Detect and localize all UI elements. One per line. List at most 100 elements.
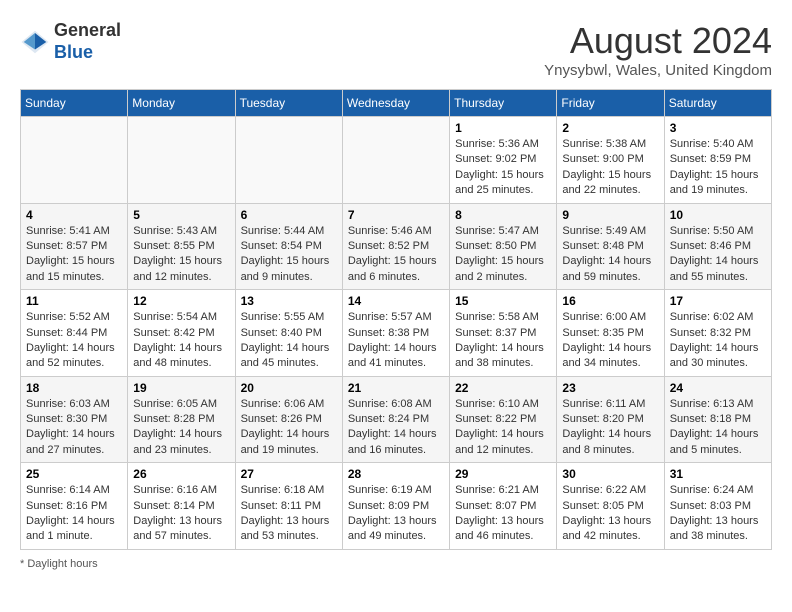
day-number: 17 [670,294,766,308]
calendar-cell [342,117,449,204]
logo-icon [20,27,50,57]
day-info: Sunrise: 6:22 AM Sunset: 8:05 PM Dayligh… [562,483,658,545]
day-info: Sunrise: 6:10 AM Sunset: 8:22 PM Dayligh… [455,397,551,459]
footer-note: * Daylight hours [20,558,772,570]
day-info: Sunrise: 5:43 AM Sunset: 8:55 PM Dayligh… [133,224,229,286]
day-number: 3 [670,121,766,135]
day-number: 26 [133,467,229,481]
calendar-week-1: 1 Sunrise: 5:36 AM Sunset: 9:02 PM Daylig… [21,117,772,204]
day-info: Sunrise: 5:41 AM Sunset: 8:57 PM Dayligh… [26,224,122,286]
day-number: 14 [348,294,444,308]
day-number: 8 [455,208,551,222]
day-number: 1 [455,121,551,135]
day-number: 4 [26,208,122,222]
day-info: Sunrise: 6:03 AM Sunset: 8:30 PM Dayligh… [26,397,122,459]
day-number: 15 [455,294,551,308]
day-number: 2 [562,121,658,135]
calendar-cell: 30Sunrise: 6:22 AM Sunset: 8:05 PM Dayli… [557,463,664,550]
calendar-cell: 3Sunrise: 5:40 AM Sunset: 8:59 PM Daylig… [664,117,771,204]
day-info: Sunrise: 5:54 AM Sunset: 8:42 PM Dayligh… [133,310,229,372]
day-info: Sunrise: 5:36 AM Sunset: 9:02 PM Dayligh… [455,137,551,199]
location: Ynysybwl, Wales, United Kingdom [544,62,772,79]
day-info: Sunrise: 6:02 AM Sunset: 8:32 PM Dayligh… [670,310,766,372]
calendar-cell: 15 Sunrise: 5:58 AM Sunset: 8:37 PM Dayli… [450,290,557,377]
calendar-cell: 22 Sunrise: 6:10 AM Sunset: 8:22 PM Dayli… [450,376,557,463]
day-number: 13 [241,294,337,308]
calendar-cell: 18 Sunrise: 6:03 AM Sunset: 8:30 PM Dayli… [21,376,128,463]
day-number: 6 [241,208,337,222]
day-info: Sunrise: 6:11 AM Sunset: 8:20 PM Dayligh… [562,397,658,459]
calendar-cell: 6 Sunrise: 5:44 AM Sunset: 8:54 PM Daylig… [235,203,342,290]
day-number: 12 [133,294,229,308]
day-info: Sunrise: 5:49 AM Sunset: 8:48 PM Dayligh… [562,224,658,286]
month-title: August 2024 [544,20,772,62]
day-number: 23 [562,381,658,395]
day-info: Sunrise: 6:08 AM Sunset: 8:24 PM Dayligh… [348,397,444,459]
calendar-cell: 10Sunrise: 5:50 AM Sunset: 8:46 PM Dayli… [664,203,771,290]
day-number: 21 [348,381,444,395]
logo-general: General [54,20,121,40]
day-number: 9 [562,208,658,222]
day-number: 31 [670,467,766,481]
calendar-week-2: 4 Sunrise: 5:41 AM Sunset: 8:57 PM Daylig… [21,203,772,290]
logo-blue: Blue [54,42,93,62]
calendar-cell: 1 Sunrise: 5:36 AM Sunset: 9:02 PM Daylig… [450,117,557,204]
calendar-cell: 27 Sunrise: 6:18 AM Sunset: 8:11 PM Dayli… [235,463,342,550]
day-info: Sunrise: 6:18 AM Sunset: 8:11 PM Dayligh… [241,483,337,545]
calendar-cell [128,117,235,204]
day-info: Sunrise: 6:16 AM Sunset: 8:14 PM Dayligh… [133,483,229,545]
calendar-cell: 7Sunrise: 5:46 AM Sunset: 8:52 PM Daylig… [342,203,449,290]
day-number: 20 [241,381,337,395]
calendar-cell: 5 Sunrise: 5:43 AM Sunset: 8:55 PM Daylig… [128,203,235,290]
calendar-cell: 2Sunrise: 5:38 AM Sunset: 9:00 PM Daylig… [557,117,664,204]
calendar-cell: 11 Sunrise: 5:52 AM Sunset: 8:44 PM Dayli… [21,290,128,377]
calendar-cell [21,117,128,204]
footer-text: Daylight hours [27,558,97,570]
day-number: 19 [133,381,229,395]
calendar-cell [235,117,342,204]
day-info: Sunrise: 5:58 AM Sunset: 8:37 PM Dayligh… [455,310,551,372]
day-number: 18 [26,381,122,395]
day-number: 24 [670,381,766,395]
day-info: Sunrise: 6:21 AM Sunset: 8:07 PM Dayligh… [455,483,551,545]
day-info: Sunrise: 5:44 AM Sunset: 8:54 PM Dayligh… [241,224,337,286]
calendar: SundayMondayTuesdayWednesdayThursdayFrid… [20,89,772,550]
day-info: Sunrise: 5:55 AM Sunset: 8:40 PM Dayligh… [241,310,337,372]
day-info: Sunrise: 6:13 AM Sunset: 8:18 PM Dayligh… [670,397,766,459]
day-info: Sunrise: 5:52 AM Sunset: 8:44 PM Dayligh… [26,310,122,372]
header-saturday: Saturday [664,90,771,117]
day-number: 5 [133,208,229,222]
calendar-cell: 19Sunrise: 6:05 AM Sunset: 8:28 PM Dayli… [128,376,235,463]
day-number: 11 [26,294,122,308]
day-number: 10 [670,208,766,222]
calendar-cell: 31 Sunrise: 6:24 AM Sunset: 8:03 PM Dayli… [664,463,771,550]
calendar-cell: 29Sunrise: 6:21 AM Sunset: 8:07 PM Dayli… [450,463,557,550]
calendar-cell: 25Sunrise: 6:14 AM Sunset: 8:16 PM Dayli… [21,463,128,550]
day-info: Sunrise: 6:06 AM Sunset: 8:26 PM Dayligh… [241,397,337,459]
title-area: August 2024 Ynysybwl, Wales, United King… [544,20,772,79]
calendar-cell: 9 Sunrise: 5:49 AM Sunset: 8:48 PM Daylig… [557,203,664,290]
calendar-cell: 12 Sunrise: 5:54 AM Sunset: 8:42 PM Dayli… [128,290,235,377]
calendar-cell: 14 Sunrise: 5:57 AM Sunset: 8:38 PM Dayli… [342,290,449,377]
day-number: 22 [455,381,551,395]
day-info: Sunrise: 6:14 AM Sunset: 8:16 PM Dayligh… [26,483,122,545]
calendar-cell: 23 Sunrise: 6:11 AM Sunset: 8:20 PM Dayli… [557,376,664,463]
day-number: 16 [562,294,658,308]
header-wednesday: Wednesday [342,90,449,117]
day-number: 27 [241,467,337,481]
day-info: Sunrise: 6:00 AM Sunset: 8:35 PM Dayligh… [562,310,658,372]
calendar-cell: 26 Sunrise: 6:16 AM Sunset: 8:14 PM Dayli… [128,463,235,550]
calendar-cell: 28Sunrise: 6:19 AM Sunset: 8:09 PM Dayli… [342,463,449,550]
day-info: Sunrise: 5:57 AM Sunset: 8:38 PM Dayligh… [348,310,444,372]
day-number: 7 [348,208,444,222]
calendar-cell: 13 Sunrise: 5:55 AM Sunset: 8:40 PM Dayli… [235,290,342,377]
calendar-cell: 16 Sunrise: 6:00 AM Sunset: 8:35 PM Dayli… [557,290,664,377]
day-info: Sunrise: 6:24 AM Sunset: 8:03 PM Dayligh… [670,483,766,545]
header-sunday: Sunday [21,90,128,117]
calendar-cell: 17 Sunrise: 6:02 AM Sunset: 8:32 PM Dayli… [664,290,771,377]
header-friday: Friday [557,90,664,117]
day-info: Sunrise: 5:47 AM Sunset: 8:50 PM Dayligh… [455,224,551,286]
calendar-cell: 8 Sunrise: 5:47 AM Sunset: 8:50 PM Daylig… [450,203,557,290]
day-info: Sunrise: 6:19 AM Sunset: 8:09 PM Dayligh… [348,483,444,545]
header-tuesday: Tuesday [235,90,342,117]
